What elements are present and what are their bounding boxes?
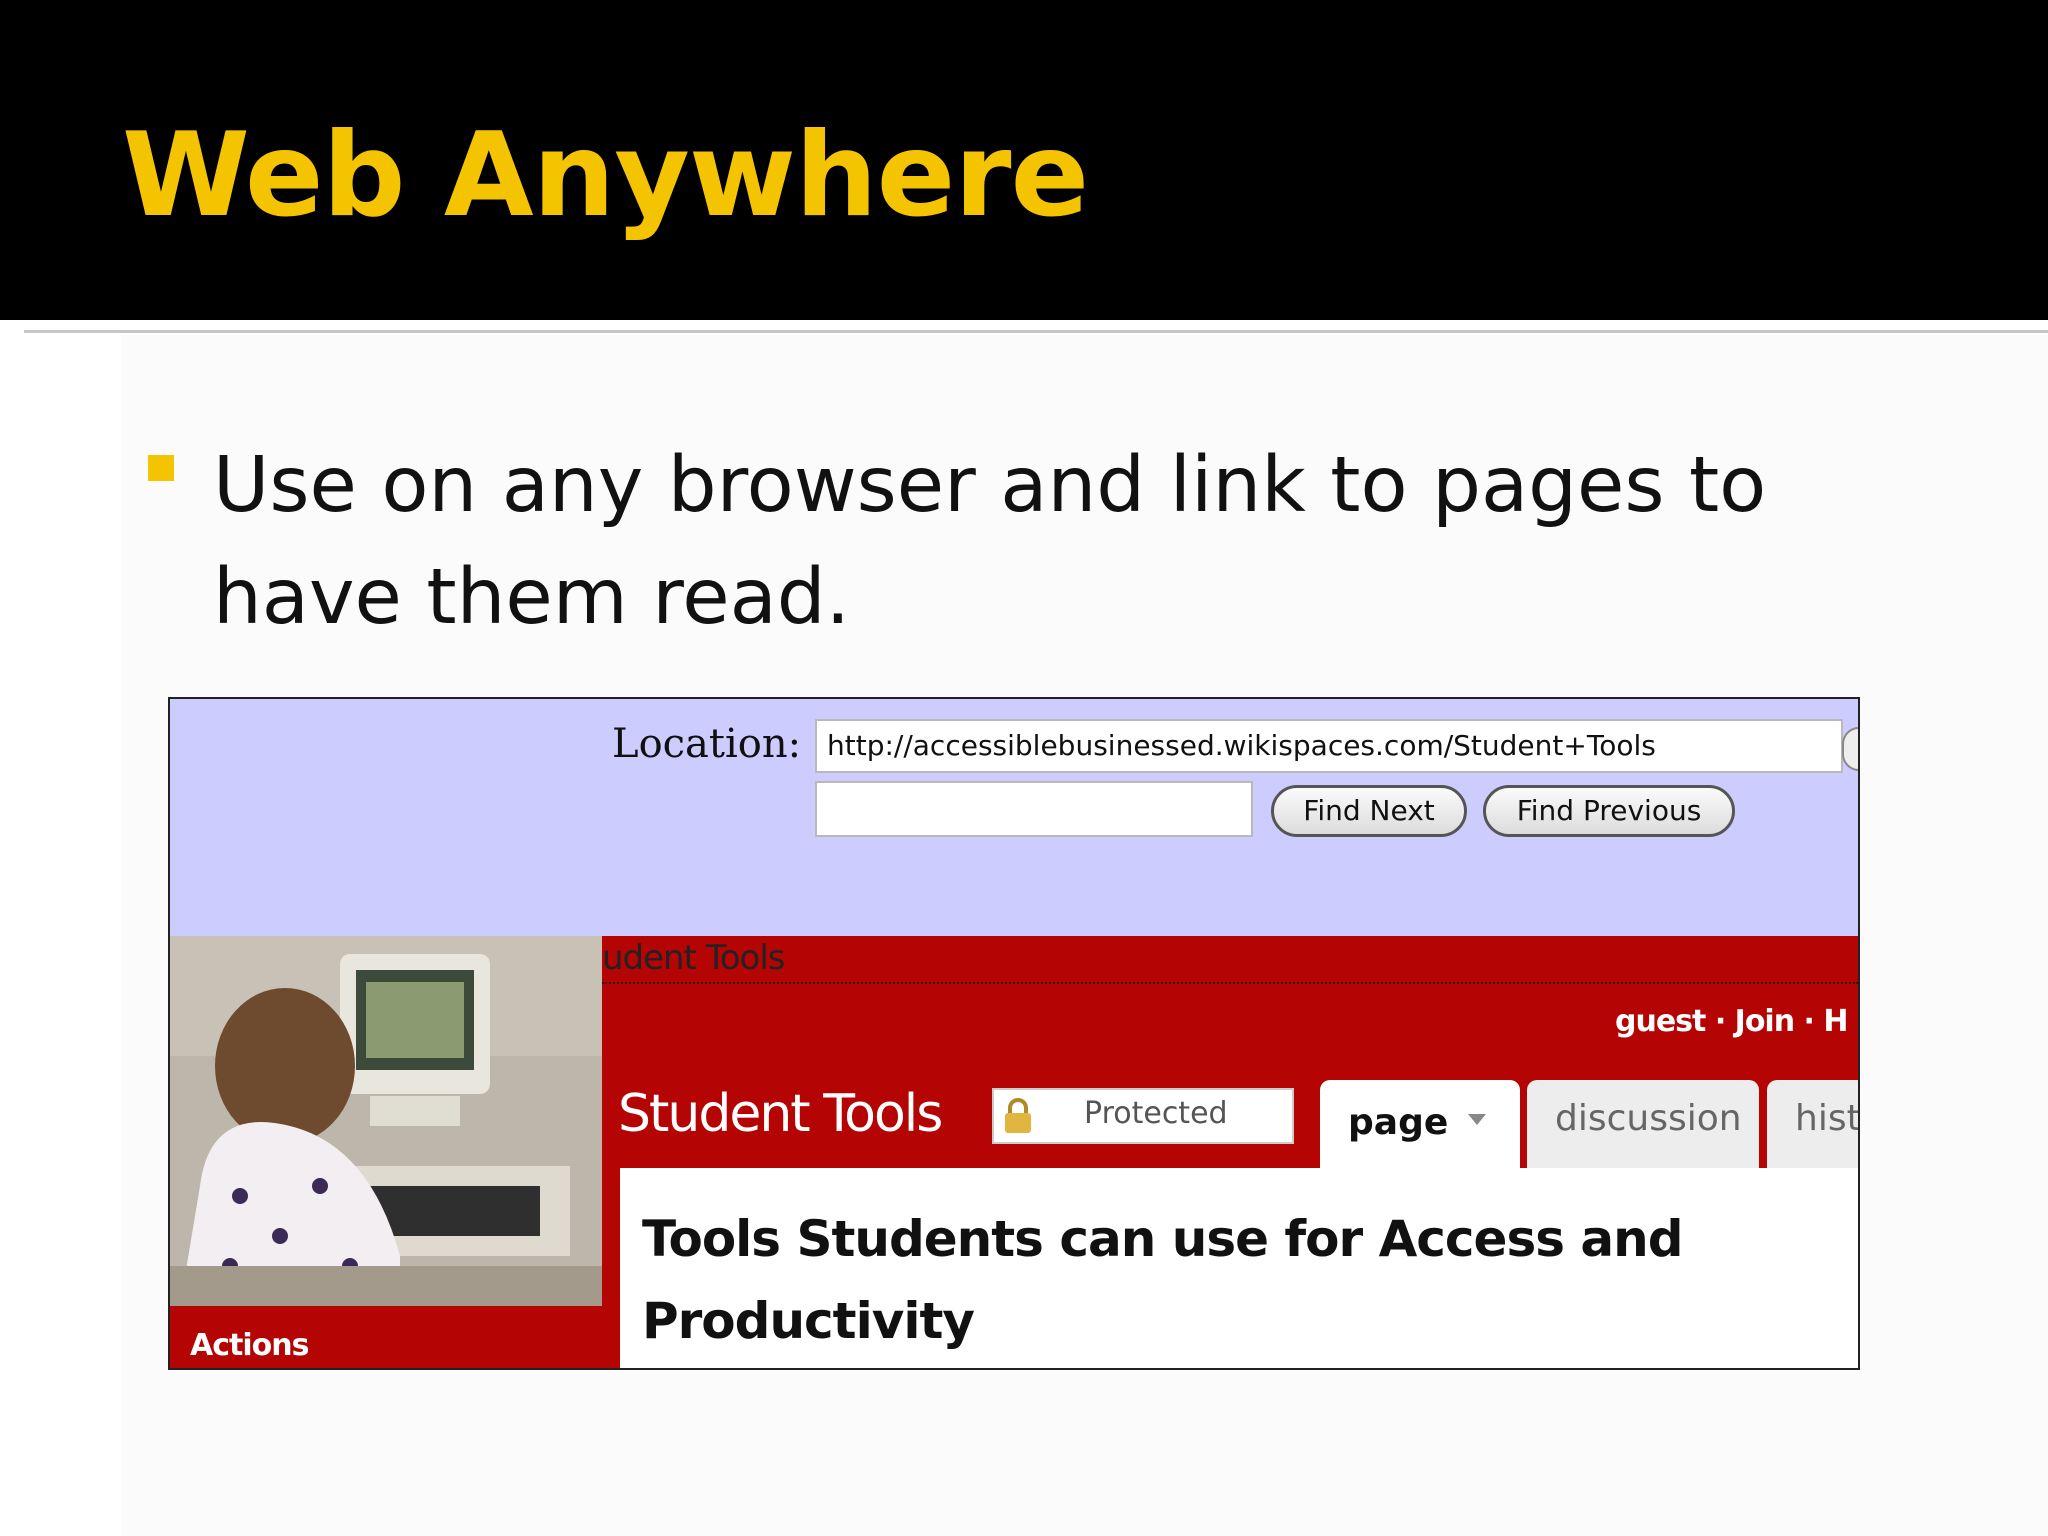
page-content: Tools Students can use for Access and Pr…: [620, 1168, 1858, 1368]
go-button[interactable]: [1842, 727, 1858, 771]
slide-title: Web Anywhere: [122, 108, 1089, 243]
protected-label: Protected: [1084, 1096, 1228, 1131]
bullet-marker: [148, 455, 174, 481]
actions-label: Actions: [190, 1328, 309, 1363]
chevron-down-icon[interactable]: [1468, 1114, 1486, 1125]
wiki-page: udent Tools guest · Join · H Student Too…: [170, 936, 1858, 1368]
webanywhere-screenshot: Location: http://accessiblebusinessed.wi…: [168, 697, 1860, 1370]
tab-history[interactable]: hist: [1767, 1080, 1860, 1170]
user-links[interactable]: guest · Join · H: [1615, 1004, 1848, 1039]
find-previous-button[interactable]: Find Previous: [1483, 785, 1735, 837]
bullet-text: Use on any browser and link to pages to …: [213, 441, 1767, 642]
find-next-button[interactable]: Find Next: [1271, 785, 1467, 837]
tab-history-label: hist: [1795, 1098, 1860, 1139]
tab-page[interactable]: page: [1320, 1080, 1520, 1170]
breadcrumb-divider: [602, 982, 1858, 984]
location-input[interactable]: http://accessiblebusinessed.wikispaces.c…: [815, 719, 1843, 773]
protected-badge: Protected: [992, 1088, 1294, 1144]
tab-discussion-label: discussion: [1555, 1098, 1742, 1139]
location-label: Location:: [612, 721, 802, 767]
find-input[interactable]: [815, 781, 1253, 837]
breadcrumb[interactable]: udent Tools: [602, 938, 785, 978]
title-bar: Web Anywhere: [0, 0, 2048, 320]
student-photo: [170, 936, 602, 1306]
tab-page-label: page: [1348, 1102, 1449, 1143]
page-heading: Tools Students can use for Access and Pr…: [642, 1210, 1684, 1350]
page-title: Student Tools: [618, 1084, 943, 1144]
title-divider: [24, 330, 2048, 333]
tab-discussion[interactable]: discussion: [1527, 1080, 1759, 1170]
lock-icon: [1005, 1098, 1031, 1133]
